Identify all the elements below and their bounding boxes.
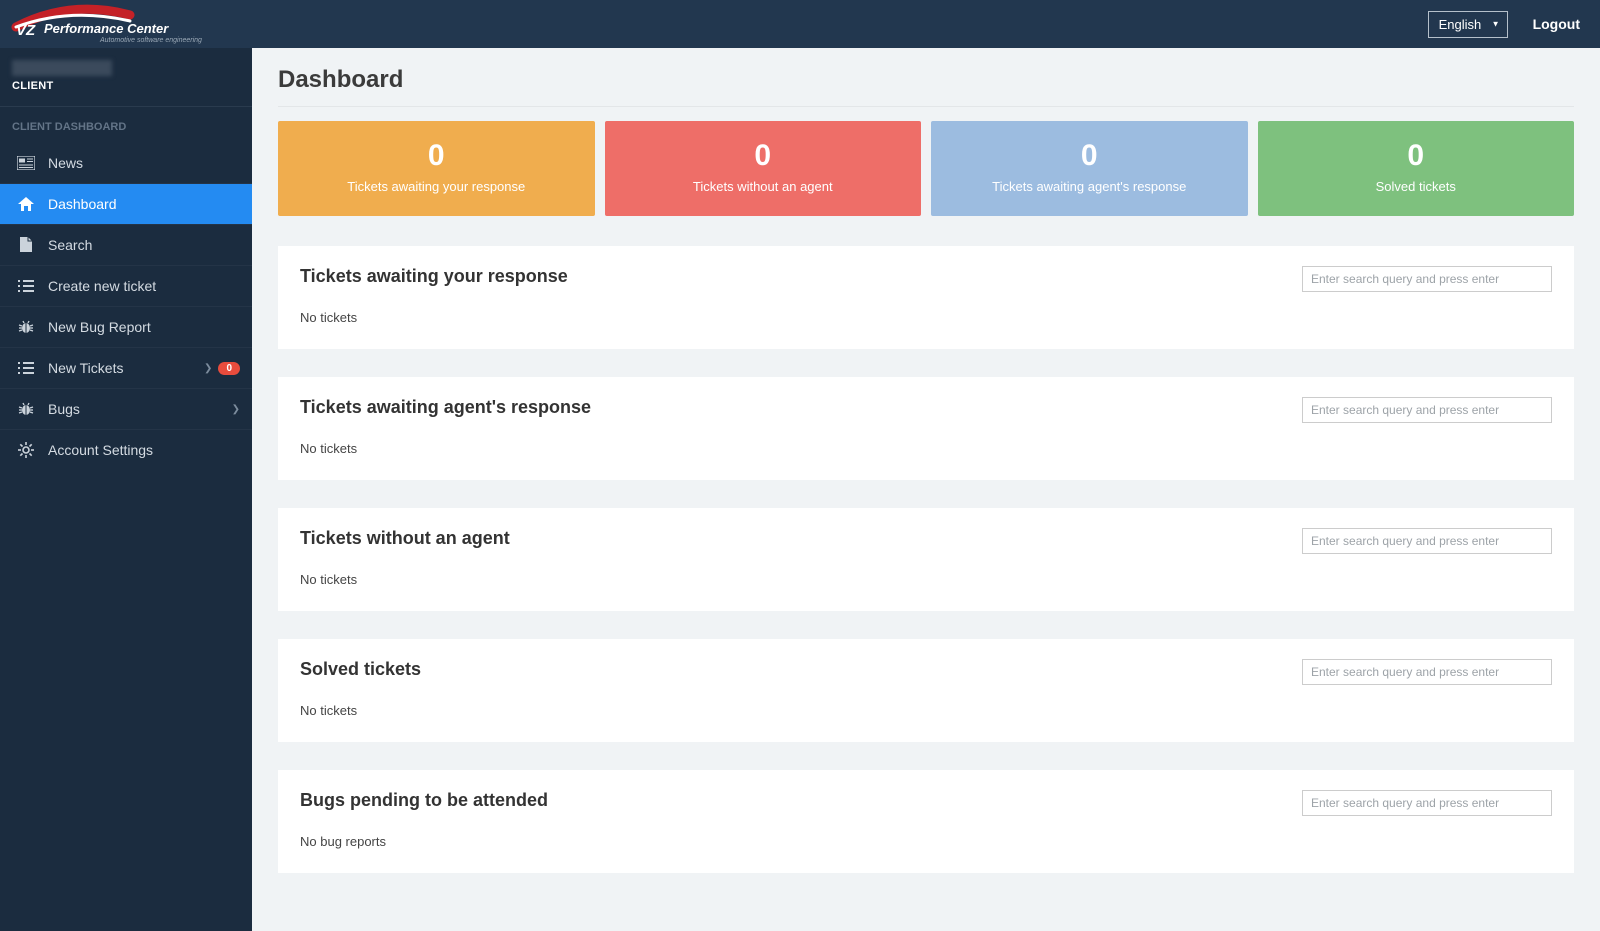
block-empty-text: No tickets xyxy=(300,310,1552,325)
sidebar: CLIENT CLIENT DASHBOARD News Dashboard xyxy=(0,48,252,931)
stat-cards-row: 0 Tickets awaiting your response 0 Ticke… xyxy=(278,121,1574,216)
sidebar-item-label: News xyxy=(48,155,83,171)
stat-label: Tickets awaiting agent's response xyxy=(941,179,1238,194)
block-solved-tickets: Solved tickets No tickets xyxy=(278,639,1574,742)
stat-card-without-agent[interactable]: 0 Tickets without an agent xyxy=(605,121,922,216)
sidebar-item-create-ticket[interactable]: Create new ticket xyxy=(0,265,252,306)
block-head: Solved tickets xyxy=(300,659,1552,685)
block-awaiting-agent-response: Tickets awaiting agent's response No tic… xyxy=(278,377,1574,480)
chevron-right-icon: ❯ xyxy=(232,404,240,415)
sidebar-item-label: New Bug Report xyxy=(48,319,151,335)
list-icon xyxy=(16,280,36,292)
stat-label: Tickets without an agent xyxy=(615,179,912,194)
block-title: Solved tickets xyxy=(300,659,421,680)
sidebar-item-news[interactable]: News xyxy=(0,143,252,183)
sidebar-section-label: CLIENT DASHBOARD xyxy=(0,106,252,143)
home-icon xyxy=(16,197,36,211)
sidebar-item-label: Search xyxy=(48,237,92,253)
svg-text:VZ: VZ xyxy=(16,22,36,39)
bug-icon xyxy=(16,320,36,334)
stat-value: 0 xyxy=(941,139,1238,173)
block-title: Tickets awaiting agent's response xyxy=(300,397,591,418)
block-head: Tickets awaiting agent's response xyxy=(300,397,1552,423)
block-head: Tickets without an agent xyxy=(300,528,1552,554)
block-head: Bugs pending to be attended xyxy=(300,790,1552,816)
svg-text:Performance Center: Performance Center xyxy=(44,21,169,36)
topbar-right: English Logout xyxy=(1428,11,1580,38)
sidebar-user-role: CLIENT xyxy=(12,80,240,92)
main-content: Dashboard 0 Tickets awaiting your respon… xyxy=(252,48,1600,931)
sidebar-item-label: Dashboard xyxy=(48,196,117,212)
gear-icon xyxy=(16,442,36,458)
block-title: Tickets without an agent xyxy=(300,528,510,549)
language-select[interactable]: English xyxy=(1428,11,1508,38)
block-head: Tickets awaiting your response xyxy=(300,266,1552,292)
app-logo: VZ Performance Center Automotive softwar… xyxy=(10,4,230,44)
stat-value: 0 xyxy=(1268,139,1565,173)
block-title: Tickets awaiting your response xyxy=(300,266,568,287)
block-search-input[interactable] xyxy=(1302,528,1552,554)
sidebar-item-label: Bugs xyxy=(48,401,80,417)
list-icon xyxy=(16,362,36,374)
sidebar-item-new-bug-report[interactable]: New Bug Report xyxy=(0,306,252,347)
block-empty-text: No tickets xyxy=(300,441,1552,456)
stat-card-solved[interactable]: 0 Solved tickets xyxy=(1258,121,1575,216)
block-search-input[interactable] xyxy=(1302,397,1552,423)
svg-text:Automotive software engineerin: Automotive software engineering xyxy=(99,37,202,44)
stat-label: Solved tickets xyxy=(1268,179,1565,194)
topbar: VZ Performance Center Automotive softwar… xyxy=(0,0,1600,48)
block-search-input[interactable] xyxy=(1302,659,1552,685)
block-empty-text: No bug reports xyxy=(300,834,1552,849)
file-icon xyxy=(16,237,36,253)
sidebar-user-name-redacted xyxy=(12,60,112,76)
block-search-input[interactable] xyxy=(1302,266,1552,292)
sidebar-item-label: Create new ticket xyxy=(48,278,156,294)
topbar-left: VZ Performance Center Automotive softwar… xyxy=(0,4,230,44)
block-bugs-pending: Bugs pending to be attended No bug repor… xyxy=(278,770,1574,873)
sidebar-item-label: New Tickets xyxy=(48,360,123,376)
sidebar-item-label: Account Settings xyxy=(48,442,153,458)
sidebar-user-block: CLIENT xyxy=(0,48,252,96)
chevron-right-icon: ❯ xyxy=(204,363,212,374)
sidebar-nav: News Dashboard Search Create new ticket xyxy=(0,143,252,470)
newspaper-icon xyxy=(16,156,36,170)
block-title: Bugs pending to be attended xyxy=(300,790,548,811)
block-empty-text: No tickets xyxy=(300,572,1552,587)
sidebar-item-bugs[interactable]: Bugs ❯ xyxy=(0,388,252,429)
stat-card-awaiting-your-response[interactable]: 0 Tickets awaiting your response xyxy=(278,121,595,216)
logout-link[interactable]: Logout xyxy=(1533,16,1580,32)
stat-card-awaiting-agent-response[interactable]: 0 Tickets awaiting agent's response xyxy=(931,121,1248,216)
stat-value: 0 xyxy=(288,139,585,173)
page-title: Dashboard xyxy=(278,66,1574,107)
block-empty-text: No tickets xyxy=(300,703,1552,718)
language-select-wrap: English xyxy=(1428,11,1508,38)
stat-label: Tickets awaiting your response xyxy=(288,179,585,194)
sidebar-item-badge: 0 xyxy=(218,362,240,375)
block-search-input[interactable] xyxy=(1302,790,1552,816)
stat-value: 0 xyxy=(615,139,912,173)
sidebar-item-account-settings[interactable]: Account Settings xyxy=(0,429,252,470)
sidebar-item-dashboard[interactable]: Dashboard xyxy=(0,183,252,224)
sidebar-item-new-tickets[interactable]: New Tickets ❯ 0 xyxy=(0,347,252,388)
bug-icon xyxy=(16,402,36,416)
block-without-agent: Tickets without an agent No tickets xyxy=(278,508,1574,611)
block-awaiting-your-response: Tickets awaiting your response No ticket… xyxy=(278,246,1574,349)
sidebar-item-search[interactable]: Search xyxy=(0,224,252,265)
